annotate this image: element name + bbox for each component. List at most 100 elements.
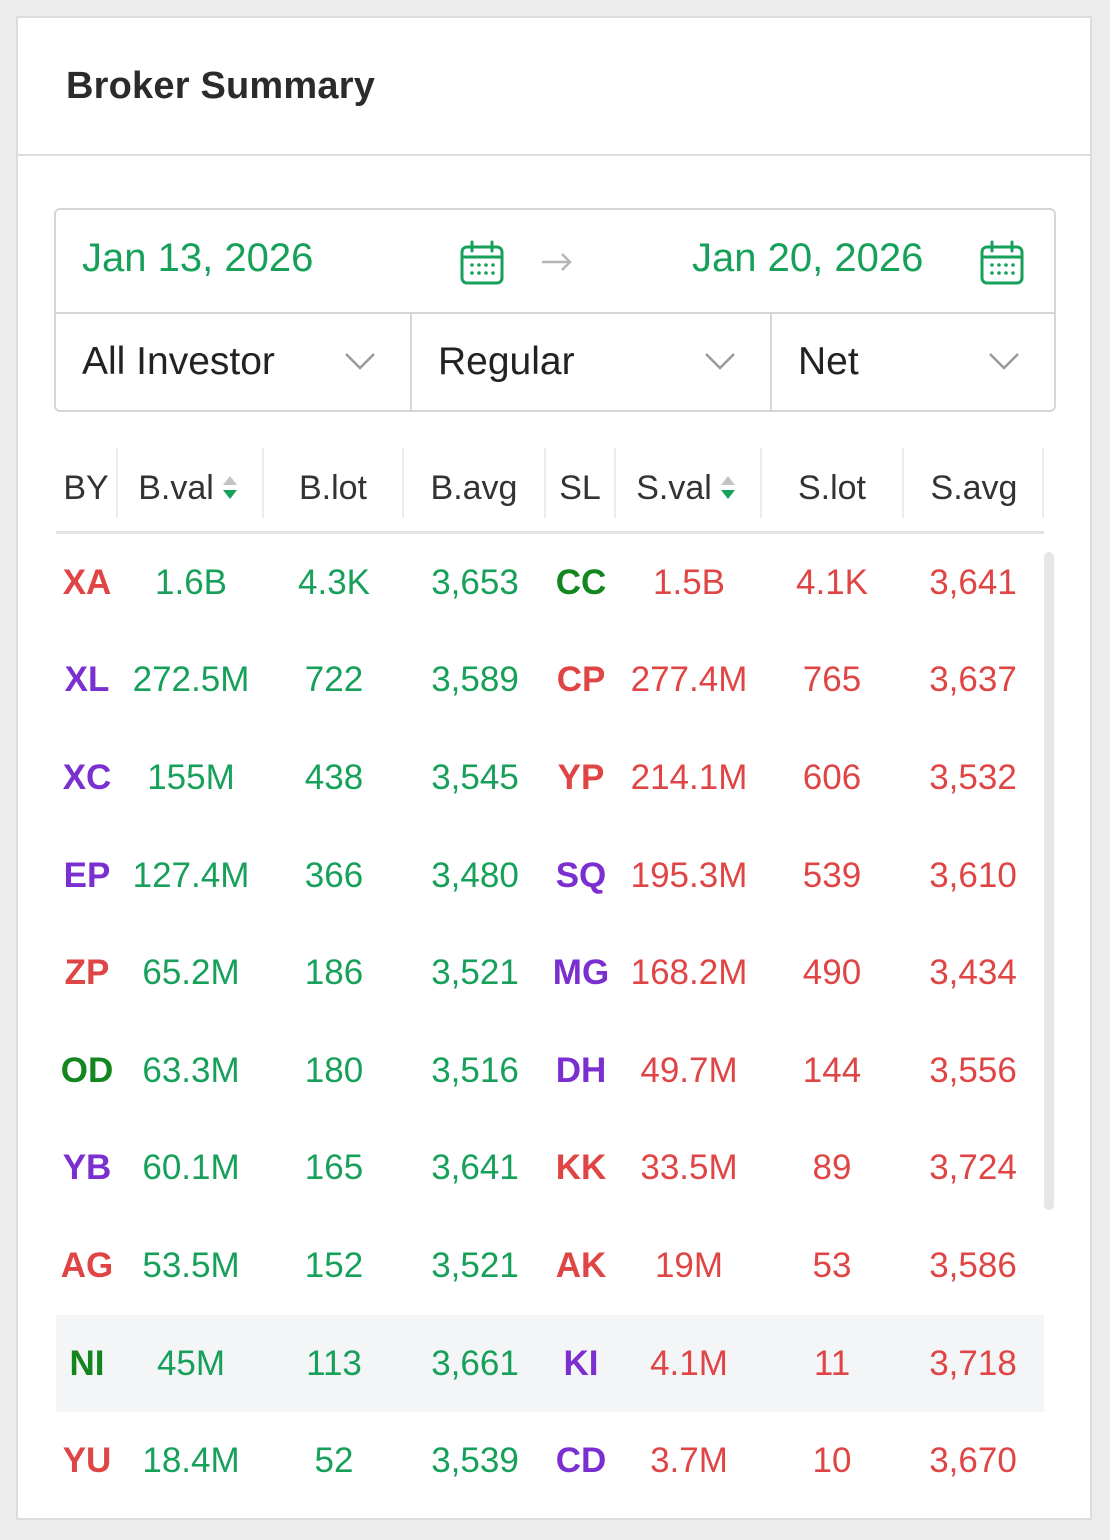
cell-slot: 11	[813, 1343, 851, 1383]
table-row[interactable]: ZP 65.2M 186 3,521 MG 168.2M 490 3,434	[56, 924, 1044, 1022]
cell-sval: 33.5M	[640, 1148, 738, 1188]
cell-slot: 4.1K	[796, 562, 868, 602]
cell-sl[interactable]: KK	[546, 1120, 616, 1218]
cell-savg: 3,610	[929, 855, 1017, 895]
cell-blot: 186	[304, 953, 364, 993]
table-row[interactable]: XA 1.6B 4.3K 3,653 CC 1.5B 4.1K 3,641	[56, 534, 1044, 632]
cell-sl[interactable]: CP	[546, 632, 616, 730]
table-row[interactable]: YB 60.1M 165 3,641 KK 33.5M 89 3,724	[56, 1120, 1044, 1218]
broker-table: BY B.val B.lot B.avg SL S.val S.lot S.av…	[56, 444, 1044, 1510]
cell-savg: 3,670	[929, 1441, 1017, 1481]
cell-savg: 3,556	[929, 1050, 1017, 1090]
cell-slot: 765	[802, 660, 862, 700]
table-body: XA 1.6B 4.3K 3,653 CC 1.5B 4.1K 3,641 XL 272.5M 72…	[56, 534, 1044, 1510]
cell-bval: 53.5M	[142, 1245, 240, 1285]
cell-by[interactable]: YB	[56, 1120, 118, 1218]
investor-select-value: All Investor	[82, 340, 275, 383]
cell-bval: 18.4M	[142, 1441, 240, 1481]
sort-icon[interactable]	[718, 473, 738, 503]
cell-savg: 3,434	[929, 953, 1017, 993]
cell-bval: 63.3M	[142, 1050, 240, 1090]
table-row[interactable]: OD 63.3M 180 3,516 DH 49.7M 144 3,556	[56, 1022, 1044, 1120]
cell-savg: 3,532	[929, 757, 1017, 797]
cell-sl[interactable]: CC	[546, 534, 616, 632]
cell-blot: 438	[304, 757, 364, 797]
cell-sl[interactable]: AK	[546, 1217, 616, 1315]
col-header-sl-label: SL	[559, 468, 601, 507]
cell-by[interactable]: XC	[56, 729, 118, 827]
cell-slot: 10	[812, 1441, 852, 1481]
cell-by[interactable]: EP	[56, 827, 118, 925]
col-header-bavg-label: B.avg	[430, 468, 518, 507]
cell-savg: 3,718	[929, 1343, 1017, 1383]
market-select[interactable]: Regular	[412, 314, 772, 410]
sort-icon[interactable]	[220, 473, 240, 503]
cell-bavg: 3,589	[431, 660, 519, 700]
cell-sl[interactable]: KI	[546, 1315, 616, 1413]
mode-select[interactable]: Net	[772, 314, 1054, 410]
cell-by[interactable]: NI	[56, 1315, 118, 1413]
arrow-right-icon	[542, 253, 572, 271]
cell-bavg: 3,641	[431, 1148, 519, 1188]
mode-select-value: Net	[798, 340, 859, 383]
calendar-icon[interactable]	[980, 240, 1024, 286]
cell-by[interactable]: ZP	[56, 924, 118, 1022]
cell-bval: 60.1M	[142, 1148, 240, 1188]
calendar-icon[interactable]	[460, 240, 504, 286]
cell-by[interactable]: YU	[56, 1412, 118, 1510]
table-header: BY B.val B.lot B.avg SL S.val S.lot S.av…	[56, 444, 1044, 534]
cell-savg: 3,637	[929, 660, 1017, 700]
broker-summary-panel: Broker Summary Jan 13, 2026 Jan 20, 2026	[16, 16, 1092, 1520]
cell-by[interactable]: OD	[56, 1022, 118, 1120]
date-range-picker[interactable]: Jan 13, 2026 Jan 20, 2026	[56, 210, 1054, 314]
col-header-blot-label: B.lot	[298, 468, 368, 507]
col-header-sval[interactable]: S.val	[616, 444, 758, 532]
date-from[interactable]: Jan 13, 2026	[82, 236, 313, 281]
cell-bval: 45M	[156, 1343, 226, 1383]
cell-sval: 1.5B	[653, 562, 725, 602]
cell-blot: 366	[304, 855, 364, 895]
col-header-bval-label: B.val	[138, 468, 214, 507]
cell-slot: 53	[812, 1245, 852, 1285]
table-row[interactable]: YU 18.4M 52 3,539 CD 3.7M 10 3,670	[56, 1412, 1044, 1510]
cell-by[interactable]: XA	[56, 534, 118, 632]
cell-bavg: 3,521	[431, 1245, 519, 1285]
table-scrollbar[interactable]	[1044, 552, 1054, 1210]
date-to[interactable]: Jan 20, 2026	[692, 236, 923, 281]
cell-sval: 3.7M	[650, 1441, 728, 1481]
col-header-sl: SL	[546, 444, 614, 532]
cell-by[interactable]: AG	[56, 1217, 118, 1315]
cell-savg: 3,724	[929, 1148, 1017, 1188]
filters: Jan 13, 2026 Jan 20, 2026 All Investor R…	[54, 208, 1056, 412]
table-row[interactable]: AG 53.5M 152 3,521 AK 19M 53 3,586	[56, 1217, 1044, 1315]
cell-sl[interactable]: MG	[546, 924, 616, 1022]
cell-sl[interactable]: DH	[546, 1022, 616, 1120]
cell-bval: 155M	[147, 757, 235, 797]
col-header-bval[interactable]: B.val	[118, 444, 260, 532]
cell-sl[interactable]: CD	[546, 1412, 616, 1510]
cell-by[interactable]: XL	[56, 632, 118, 730]
investor-select[interactable]: All Investor	[56, 314, 412, 410]
cell-bavg: 3,545	[431, 757, 519, 797]
cell-bavg: 3,539	[431, 1441, 519, 1481]
col-header-by: BY	[56, 444, 116, 532]
cell-sl[interactable]: YP	[546, 729, 616, 827]
cell-sval: 277.4M	[630, 660, 748, 700]
cell-bavg: 3,653	[431, 562, 519, 602]
cell-sval: 195.3M	[630, 855, 748, 895]
cell-savg: 3,586	[929, 1245, 1017, 1285]
cell-blot: 722	[304, 660, 364, 700]
table-row[interactable]: XC 155M 438 3,545 YP 214.1M 606 3,532	[56, 729, 1044, 827]
cell-blot: 4.3K	[298, 562, 370, 602]
col-header-bavg: B.avg	[404, 444, 544, 532]
table-row[interactable]: XL 272.5M 722 3,589 CP 277.4M 765 3,637	[56, 632, 1044, 730]
cell-sl[interactable]: SQ	[546, 827, 616, 925]
table-row[interactable]: EP 127.4M 366 3,480 SQ 195.3M 539 3,610	[56, 827, 1044, 925]
cell-bavg: 3,480	[431, 855, 519, 895]
market-select-value: Regular	[438, 340, 575, 383]
cell-blot: 113	[306, 1343, 362, 1383]
cell-bval: 1.6B	[155, 562, 227, 602]
table-row[interactable]: NI 45M 113 3,661 KI 4.1M 11 3,718	[56, 1314, 1044, 1413]
cell-bval: 272.5M	[132, 660, 250, 700]
chevron-down-icon	[989, 353, 1019, 370]
